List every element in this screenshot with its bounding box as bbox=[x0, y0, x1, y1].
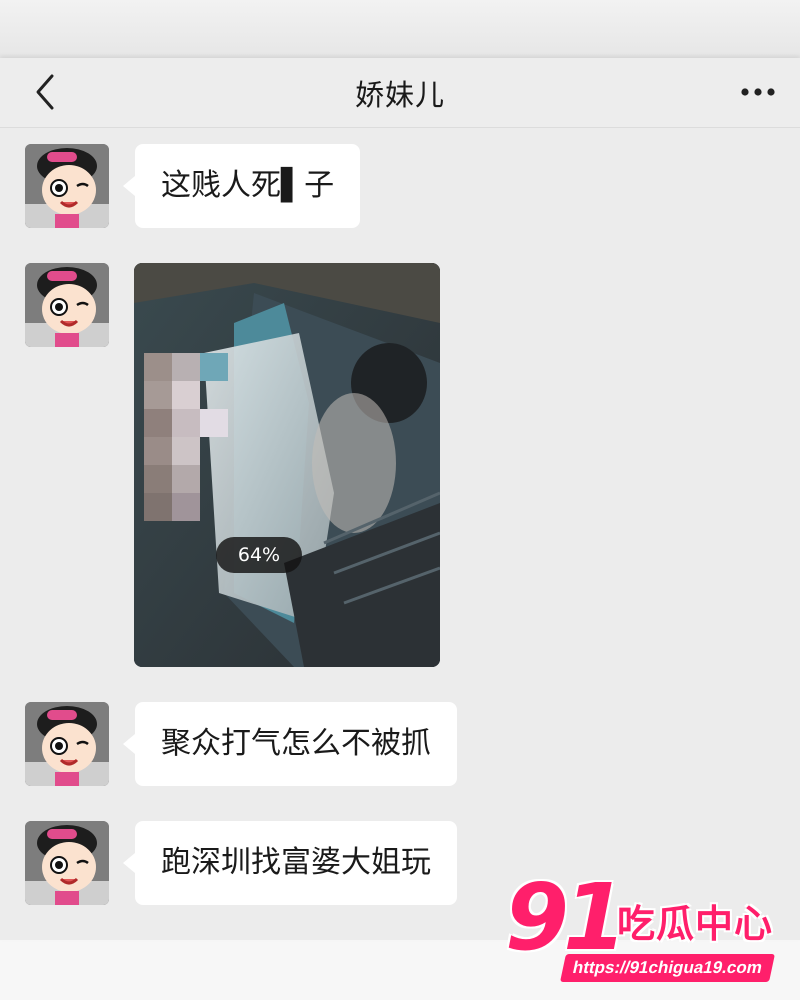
message-text: 这贱人死▌子 bbox=[161, 168, 335, 203]
watermark-name: 吃瓜中心 bbox=[617, 902, 774, 946]
avatar[interactable] bbox=[25, 144, 109, 228]
avatar[interactable] bbox=[25, 263, 109, 347]
avatar[interactable] bbox=[25, 702, 109, 786]
chat-title: 娇妹儿 bbox=[354, 78, 445, 112]
more-dots-icon[interactable] bbox=[738, 74, 778, 110]
status-bar-area bbox=[0, 0, 800, 60]
message-text: 聚众打气怎么不被抓 bbox=[161, 726, 431, 761]
image-message[interactable] bbox=[134, 263, 440, 667]
watermark-url: https://91chigua19.com bbox=[560, 954, 775, 982]
watermark-number: 91 bbox=[505, 864, 627, 971]
message-bubble[interactable]: 这贱人死▌子 bbox=[122, 144, 361, 228]
upload-progress-badge: 64% bbox=[216, 537, 302, 573]
message-bubble[interactable]: 跑深圳找富婆大姐玩 bbox=[123, 821, 457, 905]
chat-header: 娇妹儿 bbox=[0, 58, 800, 128]
message-bubble[interactable]: 聚众打气怎么不被抓 bbox=[123, 702, 457, 786]
chat-window: 娇妹儿 这贱人死▌子 64% 聚众打气怎么不被抓 跑深圳找富婆大姐玩 bbox=[0, 58, 800, 940]
avatar[interactable] bbox=[25, 821, 109, 905]
message-text: 跑深圳找富婆大姐玩 bbox=[161, 845, 431, 880]
watermark-logo: 91 吃瓜中心 https://91chigua19.com bbox=[505, 872, 795, 990]
